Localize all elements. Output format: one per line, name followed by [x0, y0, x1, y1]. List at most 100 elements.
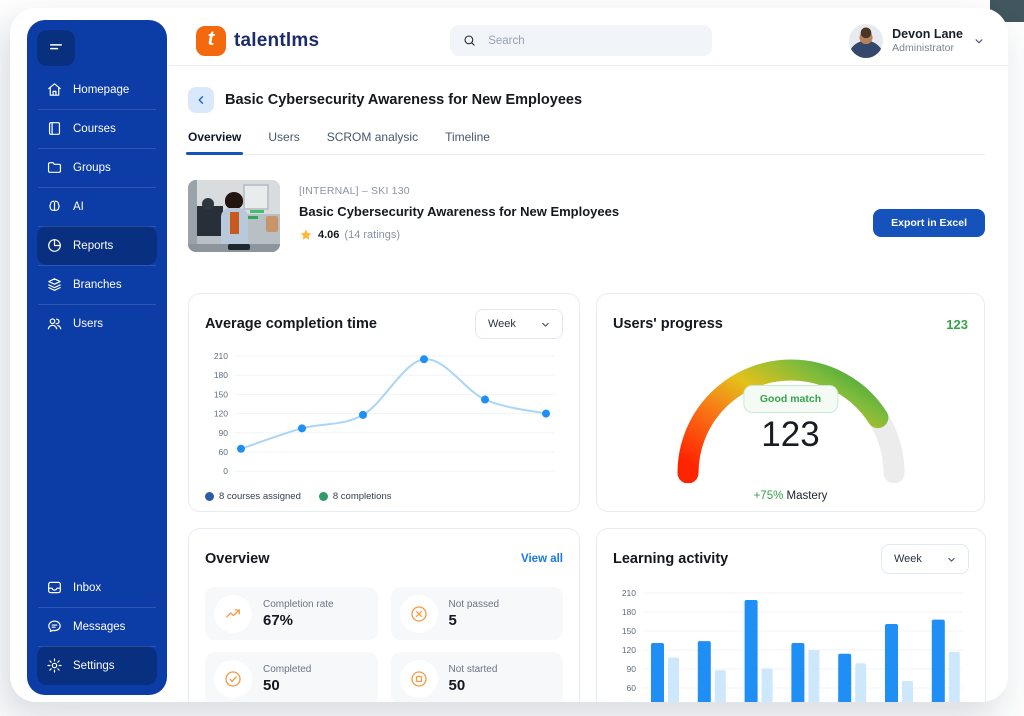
tab-users[interactable]: Users: [268, 130, 299, 154]
x-circle-icon: [400, 595, 438, 633]
star-icon: [299, 228, 313, 242]
inbox-icon: [46, 579, 63, 596]
course-image: [188, 180, 280, 252]
main-area: t talentlms Devon Lane Administrator: [167, 8, 1008, 702]
svg-text:150: 150: [214, 389, 228, 399]
match-badge: Good match: [743, 385, 838, 413]
brain-icon: [46, 198, 63, 215]
search-input[interactable]: [486, 34, 700, 48]
back-button[interactable]: [188, 87, 214, 113]
talentlms-logo: t: [196, 26, 226, 56]
trend-up-icon: [214, 595, 252, 633]
tab-overview[interactable]: Overview: [188, 130, 241, 154]
sidebar-item-users[interactable]: Users: [37, 304, 157, 343]
sidebar-item-branches[interactable]: Branches: [37, 265, 157, 304]
course-rating: 4.06 (14 ratings): [299, 228, 619, 242]
sidebar-nav: Homepage Courses Groups AI Reports Branc…: [37, 70, 157, 343]
svg-text:180: 180: [214, 370, 228, 380]
svg-text:210: 210: [622, 588, 636, 598]
stat-tile: Not passed 5: [391, 587, 564, 640]
main-header: t talentlms Devon Lane Administrator: [167, 16, 1008, 66]
pie-chart-icon: [46, 237, 63, 254]
rating-count: (14 ratings): [344, 229, 400, 241]
sidebar-item-messages[interactable]: Messages: [37, 607, 157, 646]
book-icon: [46, 120, 63, 137]
svg-text:210: 210: [214, 351, 228, 361]
sidebar: Homepage Courses Groups AI Reports Branc…: [27, 20, 167, 695]
sidebar-item-groups[interactable]: Groups: [37, 148, 157, 187]
check-circle-icon: [214, 660, 252, 698]
page-content: Basic Cybersecurity Awareness for New Em…: [167, 66, 1008, 702]
chevron-left-icon: [194, 93, 208, 107]
users-progress-gauge: Good match 123 +75% Mastery: [613, 339, 968, 521]
gauge-value: 123: [761, 415, 819, 455]
learning-activity-title: Learning activity: [613, 551, 728, 567]
completion-time-title: Average completion time: [205, 316, 377, 332]
stat-tile: Completed 50: [205, 652, 378, 702]
menu-toggle-button[interactable]: [37, 30, 75, 66]
app-window: Homepage Courses Groups AI Reports Branc…: [10, 8, 1008, 702]
chevron-down-icon: [945, 553, 958, 566]
tab-bar: Overview Users SCROM analysic Timeline: [188, 130, 985, 155]
search-box[interactable]: [450, 25, 712, 56]
sidebar-item-courses[interactable]: Courses: [37, 109, 157, 148]
overview-card: Overview View all Completion rate 67% No…: [188, 528, 580, 702]
mastery-label: +75% Mastery: [754, 490, 828, 502]
users-progress-total: 123: [946, 317, 968, 332]
chart-legend: 8 courses assigned 8 completions: [205, 491, 563, 502]
chevron-down-icon: [972, 34, 986, 48]
completion-time-card: Average completion time Week 210 180 150 12…: [188, 293, 580, 512]
svg-text:90: 90: [627, 664, 637, 674]
chat-icon: [46, 618, 63, 635]
avatar: [849, 24, 883, 58]
search-icon: [462, 33, 477, 48]
learning-activity-card: Learning activity Week 21018015012090600: [596, 528, 986, 702]
export-excel-button[interactable]: Export in Excel: [873, 209, 985, 237]
users-icon: [46, 315, 63, 332]
sidebar-item-ai[interactable]: AI: [37, 187, 157, 226]
users-progress-title: Users' progress: [613, 316, 723, 332]
course-code: [INTERNAL] – SKI 130: [299, 185, 619, 197]
svg-text:120: 120: [214, 409, 228, 419]
rating-value: 4.06: [318, 229, 339, 241]
gear-icon: [46, 657, 63, 674]
legend-item: 8 courses assigned: [205, 491, 301, 502]
course-info: [INTERNAL] – SKI 130 Basic Cybersecurity…: [299, 180, 619, 252]
folder-icon: [46, 159, 63, 176]
svg-text:90: 90: [219, 428, 229, 438]
sidebar-bottom-nav: Inbox Messages Settings: [37, 568, 157, 685]
chevron-down-icon: [539, 318, 552, 331]
users-progress-card: Users' progress 123: [596, 293, 985, 512]
sidebar-item-reports[interactable]: Reports: [37, 226, 157, 265]
overview-title: Overview: [205, 551, 270, 567]
hamburger-icon: [47, 38, 65, 59]
svg-text:60: 60: [219, 447, 229, 457]
completion-time-period-select[interactable]: Week: [475, 309, 563, 339]
tab-scrom-analysic[interactable]: SCROM analysic: [327, 130, 418, 154]
stat-tile: Not started 50: [391, 652, 564, 702]
stop-circle-icon: [400, 660, 438, 698]
user-profile-menu[interactable]: Devon Lane Administrator: [849, 24, 986, 58]
view-all-link[interactable]: View all: [521, 553, 563, 565]
svg-text:180: 180: [622, 607, 636, 617]
svg-text:60: 60: [627, 683, 637, 693]
course-title: Basic Cybersecurity Awareness for New Em…: [299, 204, 619, 219]
course-summary: [INTERNAL] – SKI 130 Basic Cybersecurity…: [188, 180, 985, 252]
svg-text:0: 0: [223, 466, 228, 476]
user-role: Administrator: [892, 42, 963, 54]
svg-text:150: 150: [622, 626, 636, 636]
brand-name: talentlms: [234, 30, 319, 52]
sidebar-item-homepage[interactable]: Homepage: [37, 70, 157, 109]
sidebar-item-settings[interactable]: Settings: [37, 646, 157, 685]
home-icon: [46, 81, 63, 98]
completion-time-line-chart: 210 180 150 120 90 60 0: [205, 346, 561, 478]
layers-icon: [46, 276, 63, 293]
stat-tile: Completion rate 67%: [205, 587, 378, 640]
brand: t talentlms: [196, 26, 319, 56]
cards-row-2: Overview View all Completion rate 67% No…: [188, 528, 985, 702]
tab-timeline[interactable]: Timeline: [445, 130, 490, 154]
learning-activity-period-select[interactable]: Week: [881, 544, 969, 574]
sidebar-item-inbox[interactable]: Inbox: [37, 568, 157, 607]
legend-item: 8 completions: [319, 491, 392, 502]
svg-text:120: 120: [622, 645, 636, 655]
